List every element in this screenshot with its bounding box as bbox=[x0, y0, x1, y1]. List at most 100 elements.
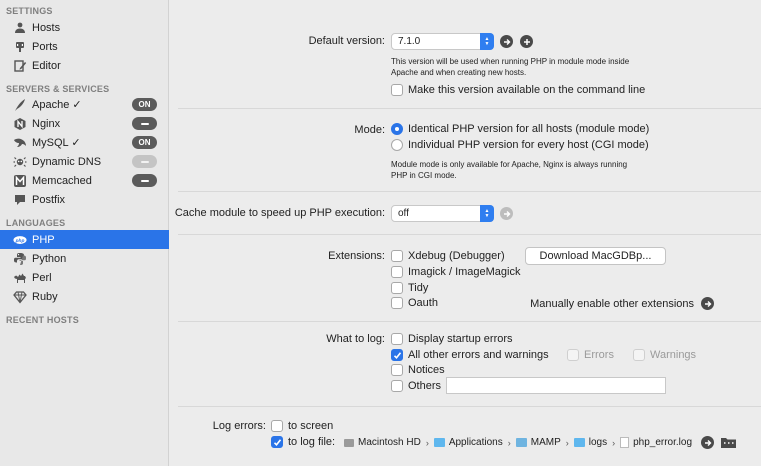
extension-imagick[interactable]: Imagick / ImageMagick bbox=[391, 266, 520, 278]
log-notices[interactable]: Notices bbox=[391, 364, 445, 376]
path-segment[interactable]: Applications bbox=[433, 437, 503, 448]
mode-option-cgi[interactable]: Individual PHP version for every host (C… bbox=[391, 139, 649, 151]
nginx-icon bbox=[13, 117, 27, 131]
default-version-popup[interactable]: 7.1.0 ▲ ▼ bbox=[391, 33, 494, 50]
to-screen-label: to screen bbox=[288, 420, 334, 432]
log-checkbox[interactable] bbox=[391, 364, 403, 376]
path-segment[interactable]: php_error.log bbox=[620, 437, 692, 448]
log-checkbox-checked[interactable] bbox=[391, 349, 403, 361]
log-all-errors[interactable]: All other errors and warnings bbox=[391, 349, 549, 361]
extension-xdebug[interactable]: Xdebug (Debugger) bbox=[391, 250, 505, 262]
extension-checkbox[interactable] bbox=[391, 282, 403, 294]
status-toggle-dynamic-dns[interactable] bbox=[132, 155, 157, 168]
divider bbox=[178, 321, 761, 322]
extension-checkbox[interactable] bbox=[391, 297, 403, 309]
extension-checkbox[interactable] bbox=[391, 250, 403, 262]
go-arrow-button[interactable] bbox=[500, 35, 513, 48]
hosts-icon bbox=[13, 21, 27, 35]
sidebar: SETTINGS Hosts Ports Editor SERVERS & SE… bbox=[0, 0, 169, 466]
document-icon bbox=[620, 437, 630, 448]
manual-extensions-button[interactable] bbox=[701, 297, 714, 310]
cache-module-popup[interactable]: off ▲ ▼ bbox=[391, 205, 494, 222]
log-startup-errors[interactable]: Display startup errors bbox=[391, 333, 513, 345]
php-icon: php bbox=[13, 233, 27, 247]
folder-icon bbox=[573, 438, 585, 447]
sidebar-item-perl[interactable]: Perl bbox=[0, 268, 169, 287]
status-toggle-mysql[interactable]: ON bbox=[132, 136, 157, 149]
extension-label: Tidy bbox=[408, 282, 429, 294]
mode-help: Module mode is only available for Apache… bbox=[391, 159, 627, 181]
manual-extensions-link[interactable]: Manually enable other extensions bbox=[530, 298, 694, 310]
mode-radio-module[interactable] bbox=[391, 123, 403, 135]
extension-oauth[interactable]: Oauth bbox=[391, 297, 438, 309]
sidebar-item-mysql[interactable]: MySQL ✓ ON bbox=[0, 133, 169, 152]
sidebar-item-apache[interactable]: Apache ✓ ON bbox=[0, 95, 169, 114]
log-option-label: All other errors and warnings bbox=[408, 349, 549, 361]
arrow-right-icon bbox=[503, 38, 510, 45]
cli-checkbox[interactable] bbox=[391, 84, 403, 96]
log-sub-label: Warnings bbox=[650, 349, 697, 361]
path-segment[interactable]: logs bbox=[573, 437, 608, 448]
add-version-button[interactable] bbox=[520, 35, 533, 48]
sidebar-item-ruby[interactable]: Ruby bbox=[0, 287, 169, 306]
arrow-right-icon bbox=[704, 439, 711, 446]
plus-icon bbox=[523, 38, 530, 45]
sidebar-item-hosts[interactable]: Hosts bbox=[0, 18, 169, 37]
path-label: php_error.log bbox=[633, 437, 693, 448]
extension-tidy[interactable]: Tidy bbox=[391, 282, 428, 294]
arrow-right-icon bbox=[503, 210, 510, 217]
log-file-path[interactable]: Macintosh HD › Applications › MAMP › log… bbox=[344, 437, 692, 448]
sidebar-item-python[interactable]: Python bbox=[0, 249, 169, 268]
ports-icon bbox=[13, 40, 27, 54]
log-errors-label: Log errors: bbox=[212, 420, 266, 432]
sidebar-item-dynamic-dns[interactable]: Dynamic DNS bbox=[0, 152, 169, 171]
others-input[interactable] bbox=[446, 377, 666, 394]
to-screen-checkbox[interactable] bbox=[271, 420, 283, 432]
download-macgdbp-button[interactable]: Download MacGDBp... bbox=[525, 247, 666, 265]
arrow-right-icon bbox=[704, 300, 711, 307]
path-label: Macintosh HD bbox=[358, 437, 421, 448]
log-others[interactable]: Others bbox=[391, 380, 441, 392]
status-toggle-memcached[interactable] bbox=[132, 174, 157, 187]
log-sub-checkbox[interactable] bbox=[567, 349, 579, 361]
log-checkbox[interactable] bbox=[391, 380, 403, 392]
popup-arrows-icon: ▲ ▼ bbox=[480, 205, 494, 222]
path-label: MAMP bbox=[530, 437, 561, 448]
path-segment[interactable]: MAMP bbox=[515, 437, 561, 448]
sidebar-item-postfix[interactable]: Postfix bbox=[0, 190, 169, 209]
chevron-right-icon: › bbox=[612, 437, 616, 448]
path-segment[interactable]: Macintosh HD bbox=[344, 437, 421, 448]
log-option-label: Notices bbox=[408, 364, 445, 376]
log-to-screen[interactable]: to screen bbox=[271, 420, 333, 432]
log-to-file[interactable]: to log file: bbox=[271, 436, 335, 448]
path-label: logs bbox=[588, 437, 608, 448]
sidebar-item-label: Python bbox=[32, 252, 67, 265]
status-toggle-apache[interactable]: ON bbox=[132, 98, 157, 111]
mode-radio-cgi[interactable] bbox=[391, 139, 403, 151]
sidebar-item-ports[interactable]: Ports bbox=[0, 37, 169, 56]
section-title-languages: LANGUAGES bbox=[6, 218, 66, 228]
open-log-arrow-button[interactable] bbox=[701, 436, 714, 449]
choose-folder-button[interactable] bbox=[720, 435, 737, 449]
sidebar-item-nginx[interactable]: Nginx bbox=[0, 114, 169, 133]
status-toggle-nginx[interactable] bbox=[132, 117, 157, 130]
svg-text:php: php bbox=[15, 237, 25, 243]
extension-checkbox[interactable] bbox=[391, 266, 403, 278]
log-sub-errors[interactable]: Errors bbox=[567, 349, 614, 361]
sidebar-item-php[interactable]: php PHP bbox=[0, 230, 169, 249]
mode-option-module[interactable]: Identical PHP version for all hosts (mod… bbox=[391, 123, 649, 135]
checkmark-icon bbox=[273, 438, 281, 446]
divider bbox=[178, 108, 761, 109]
log-sub-warnings[interactable]: Warnings bbox=[633, 349, 696, 361]
postfix-icon bbox=[13, 193, 27, 207]
extensions-label: Extensions: bbox=[328, 250, 385, 262]
to-log-file-checkbox[interactable] bbox=[271, 436, 283, 448]
sidebar-item-memcached[interactable]: Memcached bbox=[0, 171, 169, 190]
cli-checkbox-row[interactable]: Make this version available on the comma… bbox=[391, 84, 645, 96]
sidebar-item-editor[interactable]: Editor bbox=[0, 56, 169, 75]
extension-label: Oauth bbox=[408, 297, 438, 309]
cache-go-arrow-button[interactable] bbox=[500, 207, 513, 220]
log-sub-checkbox[interactable] bbox=[633, 349, 645, 361]
default-version-help: This version will be used when running P… bbox=[391, 56, 629, 78]
log-checkbox[interactable] bbox=[391, 333, 403, 345]
